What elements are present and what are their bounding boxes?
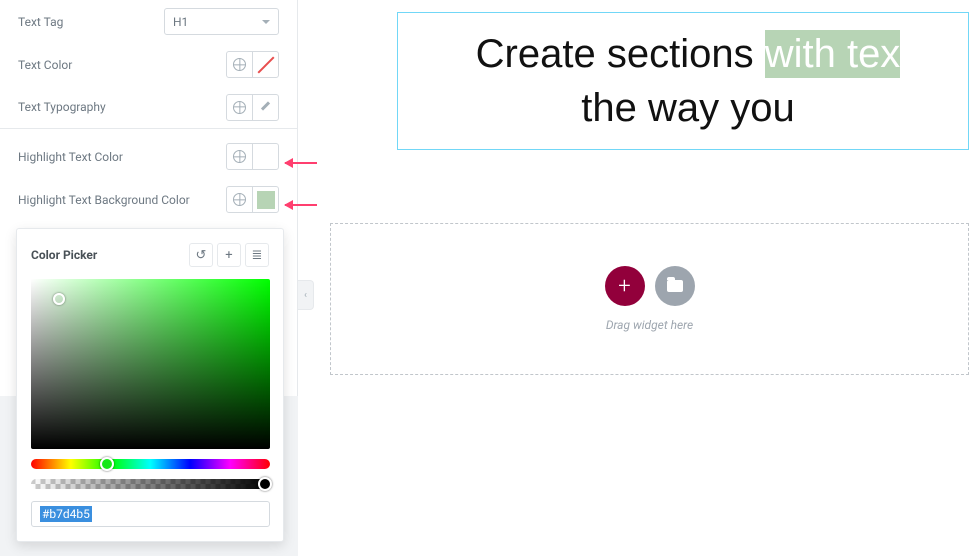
color-picker-popover: Color Picker ↺ + ≣ #b7d4b5	[16, 228, 284, 542]
globe-button-hl-color[interactable]	[226, 143, 253, 170]
row-text-color: Text Color	[0, 43, 297, 86]
globe-icon	[233, 193, 246, 206]
globe-icon	[233, 101, 246, 114]
color-swatch-icon	[257, 148, 275, 166]
chevron-left-icon: ‹	[304, 290, 307, 301]
add-color-button[interactable]: +	[217, 243, 241, 267]
globe-button-typography[interactable]	[226, 94, 253, 121]
annotation-arrow-2	[285, 204, 317, 206]
heading-part-2: the way you	[581, 86, 794, 130]
heading-widget[interactable]: Create sections with tex the way you	[397, 12, 969, 150]
row-typography: Text Typography	[0, 86, 297, 129]
edit-typography[interactable]	[252, 94, 279, 121]
globe-icon	[233, 150, 246, 163]
row-text-tag: Text Tag H1	[0, 0, 297, 43]
alpha-slider[interactable]	[31, 479, 270, 489]
color-picker-title: Color Picker	[31, 248, 97, 262]
label-hl-bg: Highlight Text Background Color	[18, 193, 190, 207]
heading-highlight: with tex	[765, 30, 901, 78]
hue-slider[interactable]	[31, 459, 270, 469]
heading-text: Create sections with tex the way you	[408, 27, 968, 135]
swatch-hl-color[interactable]	[252, 143, 279, 170]
chevron-down-icon	[262, 20, 270, 24]
hue-cursor[interactable]	[100, 457, 114, 471]
label-hl-color: Highlight Text Color	[18, 150, 123, 164]
heading-part-1: Create sections	[476, 32, 765, 76]
swatch-text-color[interactable]	[252, 51, 279, 78]
globe-button-hl-bg[interactable]	[226, 186, 253, 213]
saturation-value-area[interactable]	[31, 279, 270, 449]
row-hl-bg: Highlight Text Background Color	[0, 178, 297, 221]
template-library-button[interactable]	[655, 266, 695, 306]
label-typography: Text Typography	[18, 100, 106, 114]
pencil-icon	[260, 101, 272, 113]
select-text-tag-value: H1	[173, 15, 188, 29]
label-text-tag: Text Tag	[18, 15, 63, 29]
hex-input[interactable]: #b7d4b5	[31, 501, 270, 527]
canvas: Create sections with tex the way you + D…	[330, 0, 969, 556]
add-section-button[interactable]: +	[605, 266, 645, 306]
annotation-arrow-1	[285, 162, 317, 164]
folder-icon	[667, 280, 683, 292]
sv-cursor[interactable]	[53, 293, 65, 305]
label-text-color: Text Color	[18, 58, 72, 72]
dropzone[interactable]: + Drag widget here	[330, 223, 969, 375]
hex-value: #b7d4b5	[40, 506, 92, 522]
select-text-tag[interactable]: H1	[164, 8, 279, 35]
none-color-icon	[257, 56, 274, 73]
undo-icon: ↺	[196, 248, 207, 263]
globe-button-text-color[interactable]	[226, 51, 253, 78]
plus-icon: +	[618, 274, 630, 299]
collapse-sidebar-button[interactable]: ‹	[298, 280, 314, 310]
reset-button[interactable]: ↺	[189, 243, 213, 267]
swatch-hl-bg[interactable]	[252, 186, 279, 213]
global-colors-button[interactable]: ≣	[245, 243, 269, 267]
color-swatch-icon	[257, 191, 275, 209]
globe-icon	[233, 58, 246, 71]
alpha-cursor[interactable]	[258, 477, 272, 491]
stack-icon: ≣	[252, 248, 263, 263]
plus-icon: +	[225, 248, 232, 263]
row-hl-color: Highlight Text Color	[0, 135, 297, 178]
dropzone-hint: Drag widget here	[606, 318, 693, 332]
